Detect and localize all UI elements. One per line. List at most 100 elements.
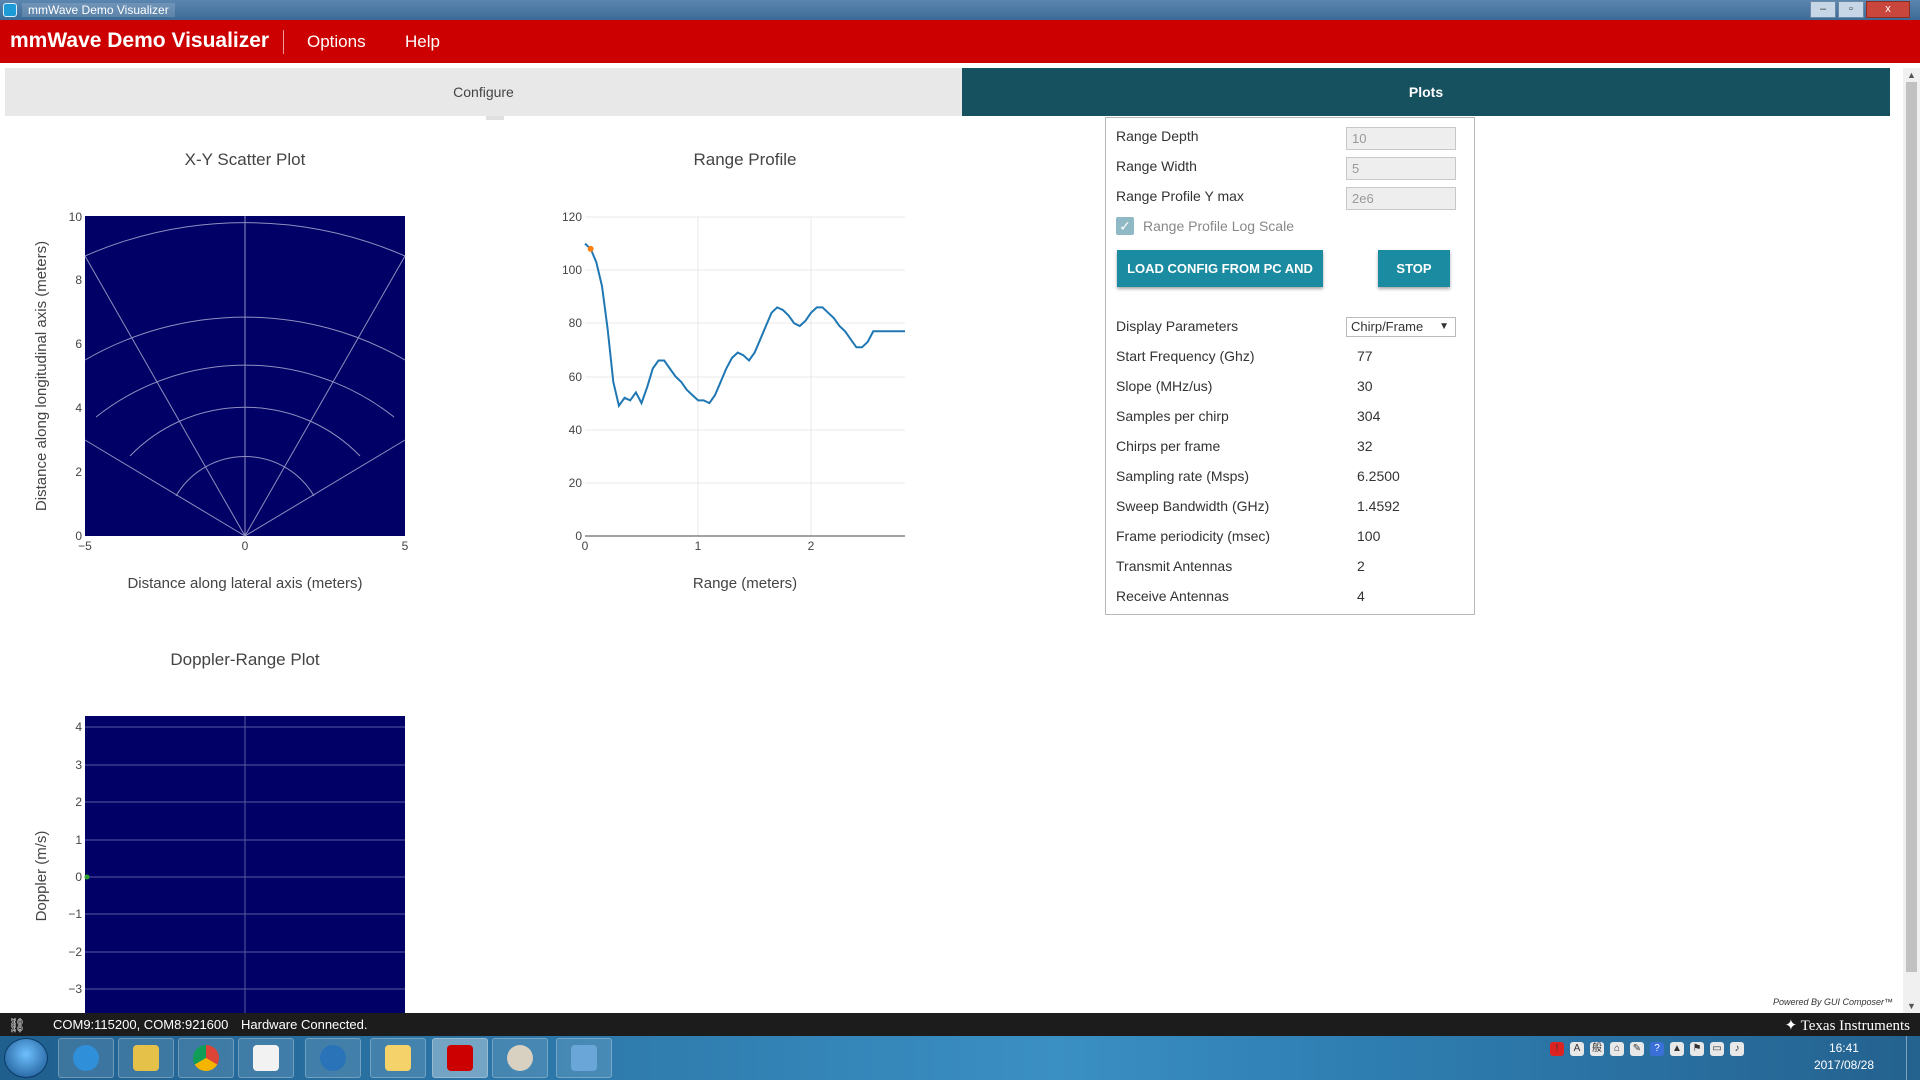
range-profile-series-line xyxy=(584,242,905,409)
taskbar-t-app[interactable] xyxy=(370,1038,426,1078)
minimize-button[interactable]: – xyxy=(1810,1,1836,18)
clock-time: 16:41 xyxy=(1828,1041,1859,1055)
taskbar-ti-app[interactable] xyxy=(432,1038,488,1078)
notepad-icon xyxy=(253,1045,279,1071)
range-width-input[interactable]: 5 xyxy=(1346,157,1456,180)
param-label: Slope (MHz/us) xyxy=(1116,378,1213,394)
window-controls: – ▫ x xyxy=(1810,1,1910,18)
maximize-button[interactable]: ▫ xyxy=(1838,1,1864,18)
taskbar-paint[interactable] xyxy=(492,1038,548,1078)
taskbar-window[interactable] xyxy=(556,1038,612,1078)
scroll-down-icon[interactable]: ▼ xyxy=(1907,1001,1916,1011)
doppler-point xyxy=(84,874,90,880)
status-bar: ⛓ COM9:115200, COM8:921600 Hardware Conn… xyxy=(0,1013,1920,1036)
scatter-x-label: Distance along lateral axis (meters) xyxy=(127,575,362,592)
param-value: 30 xyxy=(1357,378,1373,394)
param-label: Start Frequency (Ghz) xyxy=(1116,348,1255,364)
taskbar-globe[interactable] xyxy=(305,1038,361,1078)
scatter-ytick: 4 xyxy=(75,401,82,415)
tab-configure[interactable]: Configure xyxy=(5,68,962,116)
range-profile-y-ticks: 0 20 40 60 80 100 120 xyxy=(562,210,582,543)
tray-icon[interactable]: ⚑ xyxy=(1690,1042,1704,1056)
doppler-ytick: 0 xyxy=(75,870,82,884)
param-value: 304 xyxy=(1357,408,1381,424)
tray-icon[interactable]: ✎ xyxy=(1630,1042,1644,1056)
ie-icon xyxy=(73,1045,99,1071)
app-header: mmWave Demo Visualizer Options Help xyxy=(0,20,1920,63)
doppler-ytick: 4 xyxy=(75,720,82,734)
doppler-y-ticks: 4 3 2 1 0 −1 −2 −3 xyxy=(68,720,82,996)
taskbar-notepad[interactable] xyxy=(238,1038,294,1078)
connection-status: Hardware Connected. xyxy=(241,1017,368,1032)
tray-icon[interactable]: A xyxy=(1570,1042,1584,1056)
scatter-xtick: 5 xyxy=(402,539,409,553)
rp-xtick: 0 xyxy=(582,539,589,553)
app-icon xyxy=(3,3,17,17)
doppler-ytick: 3 xyxy=(75,758,82,772)
taskbar-explorer[interactable] xyxy=(118,1038,174,1078)
param-value: 2 xyxy=(1357,558,1365,574)
param-label: Sweep Bandwidth (GHz) xyxy=(1116,498,1270,514)
range-profile-marker xyxy=(587,245,594,252)
doppler-ytick: −2 xyxy=(68,945,82,959)
tray-icon[interactable]: ▭ xyxy=(1710,1042,1724,1056)
taskbar-ie[interactable] xyxy=(58,1038,114,1078)
param-value: 32 xyxy=(1357,438,1373,454)
tray-icon[interactable]: ⌂ xyxy=(1610,1042,1624,1056)
taskbar-chrome[interactable] xyxy=(178,1038,234,1078)
tab-plots[interactable]: Plots xyxy=(962,68,1890,116)
close-button[interactable]: x xyxy=(1866,1,1910,18)
doppler-ytick: 1 xyxy=(75,833,82,847)
menu-help[interactable]: Help xyxy=(405,32,440,52)
settings-panel: Range Depth 10 Range Width 5 Range Profi… xyxy=(1105,117,1475,615)
range-profile-grid xyxy=(585,216,905,536)
tray-icon[interactable]: 般 xyxy=(1590,1042,1604,1056)
param-value: 4 xyxy=(1357,588,1365,604)
rp-ytick: 120 xyxy=(562,210,582,224)
param-label: Frame periodicity (msec) xyxy=(1116,528,1271,544)
range-profile-plot[interactable]: 0 20 40 60 80 100 120 0 1 2 Range (meter… xyxy=(540,200,920,600)
doppler-plot[interactable]: 4 3 2 1 0 −1 −2 −3 Doppler (m/s) xyxy=(0,700,430,1013)
tray-icon[interactable]: ▲ xyxy=(1670,1042,1684,1056)
param-value: 6.2500 xyxy=(1357,468,1400,484)
ti-brand: ✦ Texas Instruments xyxy=(1785,1016,1910,1035)
rp-ytick: 100 xyxy=(562,263,582,277)
tray-icon[interactable]: ? xyxy=(1650,1042,1664,1056)
tray-icon[interactable]: ♪ xyxy=(1730,1042,1744,1056)
range-profile-x-label: Range (meters) xyxy=(693,575,797,592)
tray-icon[interactable]: ! xyxy=(1550,1042,1564,1056)
scatter-plot[interactable]: 0 2 4 6 8 10 −5 0 5 Distance along later… xyxy=(0,200,430,600)
rp-xtick: 2 xyxy=(808,539,815,553)
scrollbar-thumb[interactable] xyxy=(1906,82,1917,972)
rp-ytick: 80 xyxy=(569,316,583,330)
load-config-button[interactable]: LOAD CONFIG FROM PC AND SEND xyxy=(1117,250,1323,313)
rp-xtick: 1 xyxy=(695,539,702,553)
stop-button[interactable]: STOP xyxy=(1378,250,1450,287)
scatter-ytick: 2 xyxy=(75,465,82,479)
menu-options[interactable]: Options xyxy=(307,32,366,52)
doppler-plot-title: Doppler-Range Plot xyxy=(170,650,320,669)
log-scale-checkbox[interactable]: ✓ xyxy=(1116,217,1134,235)
windows-taskbar: ! A 般 ⌂ ✎ ? ▲ ⚑ ▭ ♪ 16:41 2017/08/28 xyxy=(0,1036,1920,1080)
start-icon[interactable] xyxy=(4,1038,48,1078)
page-scrollbar[interactable]: ▲ ▼ xyxy=(1903,68,1920,1013)
range-y-max-label: Range Profile Y max xyxy=(1116,188,1244,204)
display-parameters-select[interactable]: Chirp/Frame ▼ xyxy=(1346,317,1456,337)
show-desktop-button[interactable] xyxy=(1906,1036,1920,1080)
param-value: 100 xyxy=(1357,528,1381,544)
param-value: 1.4592 xyxy=(1357,498,1400,514)
display-parameters-value: Chirp/Frame xyxy=(1351,319,1424,334)
param-label: Transmit Antennas xyxy=(1116,558,1233,574)
ti-logo-icon: ✦ xyxy=(1784,1018,1801,1034)
range-y-max-input[interactable]: 2e6 xyxy=(1346,187,1456,210)
link-icon[interactable]: ⛓ xyxy=(8,1017,26,1034)
rp-ytick: 60 xyxy=(569,370,583,384)
doppler-ytick: 2 xyxy=(75,795,82,809)
taskbar-clock[interactable]: 16:41 2017/08/28 xyxy=(1814,1040,1874,1074)
range-depth-input[interactable]: 10 xyxy=(1346,127,1456,150)
clock-date: 2017/08/28 xyxy=(1813,1058,1874,1072)
powered-by-label: Powered By GUI Composer™ xyxy=(1773,997,1894,1007)
log-scale-label: Range Profile Log Scale xyxy=(1143,218,1294,234)
scroll-up-icon[interactable]: ▲ xyxy=(1907,70,1916,80)
range-profile-x-ticks: 0 1 2 xyxy=(582,539,815,553)
